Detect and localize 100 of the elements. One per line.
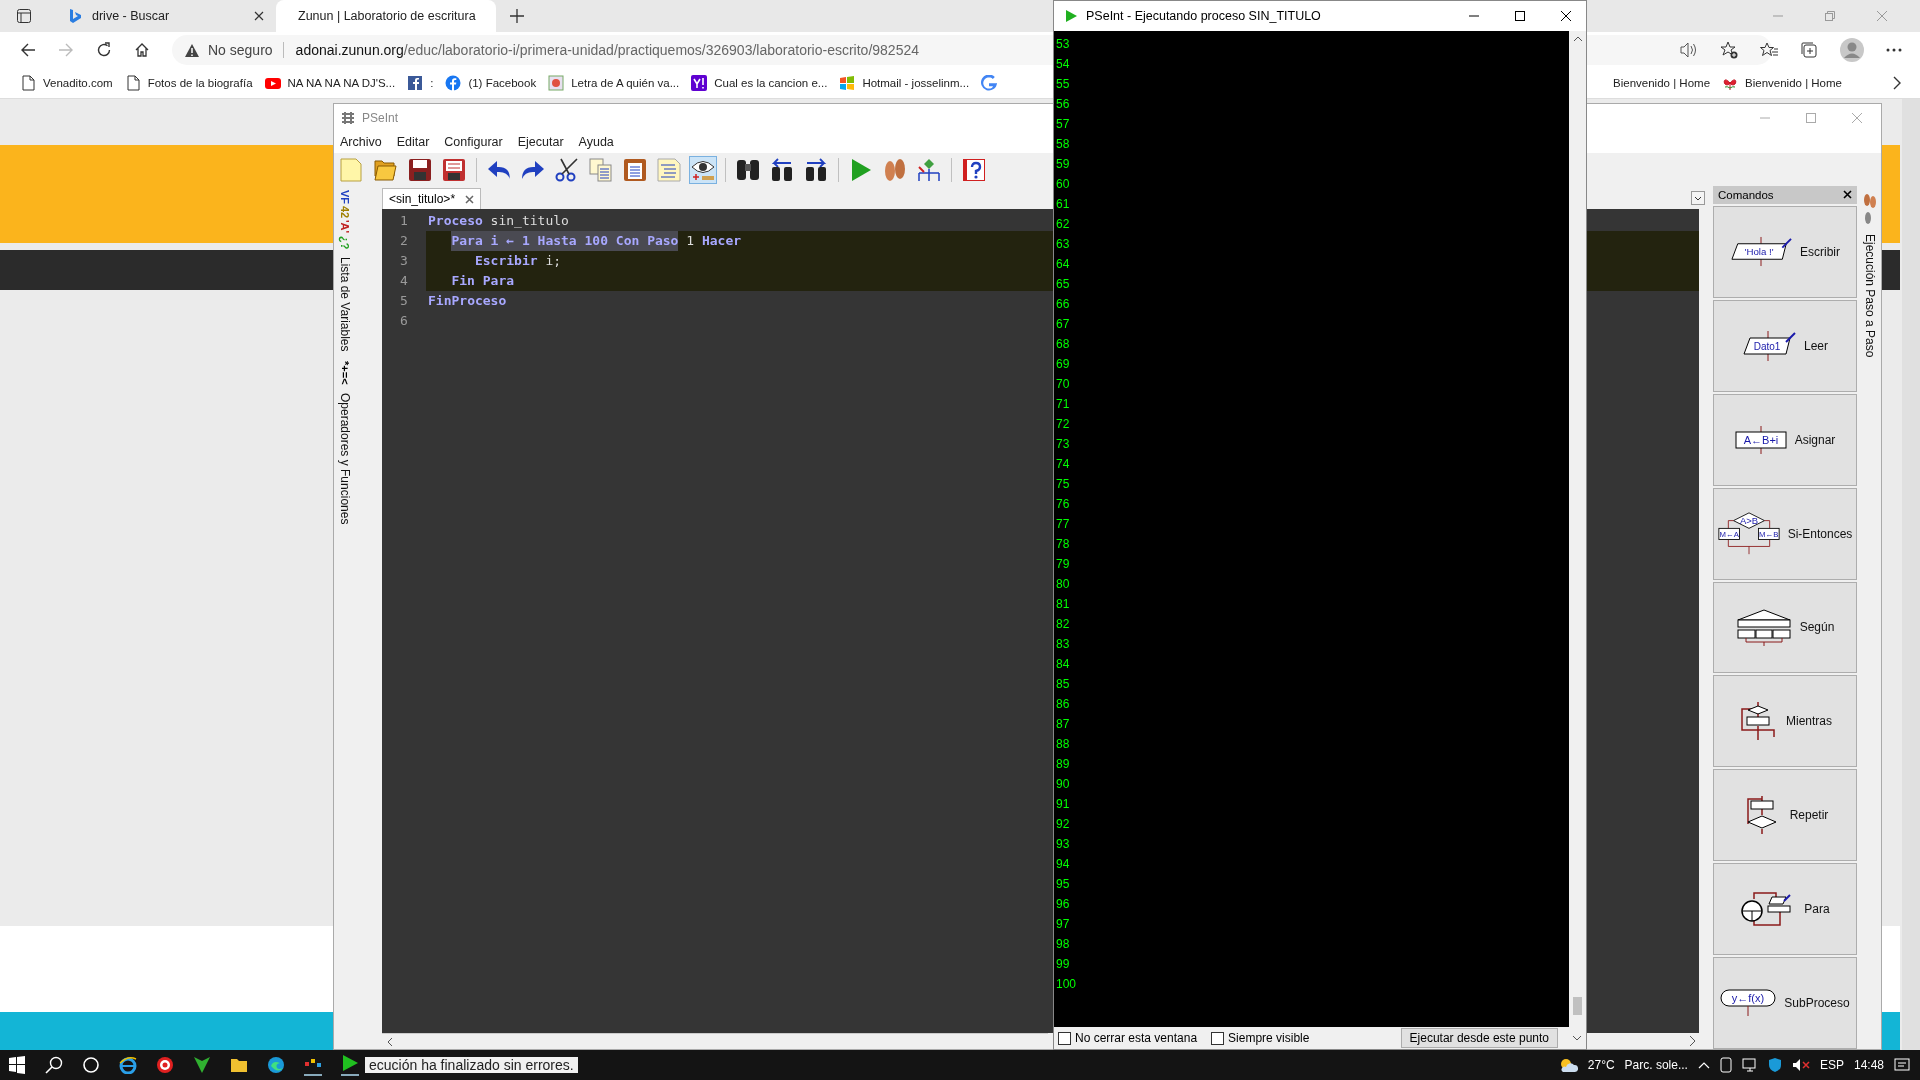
scroll-up-icon[interactable]: [1572, 35, 1583, 43]
more-icon[interactable]: [1886, 48, 1902, 52]
favorites-icon[interactable]: [1760, 42, 1778, 58]
reload-icon[interactable]: [96, 42, 112, 58]
phone-icon[interactable]: [1719, 1057, 1732, 1073]
scissors-icon: [555, 157, 579, 182]
side-tab[interactable]: VF 42 'A' ¿? Lista de Variables: [338, 190, 352, 352]
command-button[interactable]: Para: [1713, 863, 1857, 956]
bookmark[interactable]: NA NA NA NA DJ'S...: [258, 75, 402, 91]
output-line: 62: [1056, 216, 1071, 233]
new-tab-icon[interactable]: [510, 9, 524, 23]
folder-icon[interactable]: [230, 1056, 248, 1074]
leaf-logo-icon[interactable]: [193, 1056, 211, 1074]
output-line: 64: [1056, 256, 1071, 273]
file-tab[interactable]: <sin_titulo>*: [382, 188, 482, 209]
command-button[interactable]: Mientras: [1713, 675, 1857, 768]
start-icon[interactable]: [8, 1056, 26, 1074]
play-icon: [849, 157, 873, 182]
circle-icon[interactable]: [82, 1056, 100, 1074]
output-line: 60: [1056, 176, 1071, 193]
type-symbol: *+=<: [339, 361, 351, 385]
bookmark[interactable]: :: [401, 75, 440, 91]
output-line: 92: [1056, 816, 1071, 833]
shield-icon[interactable]: [1767, 1057, 1782, 1073]
code-token: FinProceso: [428, 292, 507, 310]
flowchart-icon: [917, 157, 941, 182]
command-button[interactable]: Según: [1713, 581, 1857, 674]
output-line: 77: [1056, 516, 1071, 533]
command-button[interactable]: A>B M←A M←B Si-Entonces: [1713, 487, 1857, 580]
close-icon[interactable]: [254, 11, 264, 21]
run-from-here-button[interactable]: Ejecutar desde este punto: [1400, 1028, 1558, 1048]
menu-item[interactable]: Archivo: [340, 135, 382, 149]
search-icon[interactable]: [45, 1056, 63, 1074]
bookmark[interactable]: Bienvenido | Home: [1716, 75, 1848, 91]
type-symbol: 42: [339, 206, 351, 219]
type-symbol: 'A': [339, 220, 351, 234]
bookmark[interactable]: Fotos de la biografía: [118, 75, 259, 91]
toolbar-button[interactable]: [553, 155, 581, 184]
output-line: 100: [1056, 976, 1078, 993]
language-indicator[interactable]: ESP: [1819, 1058, 1844, 1072]
line-number: 3: [399, 252, 409, 270]
close-icon[interactable]: [1560, 10, 1572, 22]
status-message: ecución ha finalizado sin errores.: [365, 1057, 578, 1073]
toolbar-button[interactable]: [689, 155, 717, 184]
command-button[interactable]: Repetir: [1713, 769, 1857, 862]
scrollbar[interactable]: [1902, 98, 1920, 1050]
output-line: 95: [1056, 876, 1071, 893]
command-button[interactable]: A←B+i Asignar: [1713, 393, 1857, 486]
dropdown-icon[interactable]: [1691, 191, 1705, 205]
network-icon[interactable]: [1741, 1058, 1758, 1072]
new-file-icon: [340, 157, 364, 182]
tab-actions-icon[interactable]: [16, 8, 32, 24]
scrollbar-thumb[interactable]: [1573, 997, 1582, 1015]
browser-tab[interactable]: Zunun | Laboratorio de escritura: [276, 0, 496, 32]
maximize-icon[interactable]: [1514, 10, 1526, 22]
google-logo-icon[interactable]: [981, 75, 998, 91]
menu-item[interactable]: Editar: [396, 135, 430, 149]
profile-avatar-icon[interactable]: [1840, 38, 1864, 62]
command-button[interactable]: 'Hola !' Escribir: [1713, 206, 1857, 298]
notifications-icon[interactable]: [1894, 1057, 1910, 1073]
footprints-icon: [883, 157, 907, 182]
close-icon[interactable]: [1843, 190, 1852, 200]
back-icon[interactable]: [20, 42, 36, 58]
ie-logo-icon[interactable]: [119, 1056, 137, 1074]
read-aloud-icon[interactable]: [1680, 42, 1698, 58]
bookmark[interactable]: (1) Facebook: [439, 75, 543, 91]
menu-item[interactable]: Ayuda: [578, 135, 614, 149]
checkbox[interactable]: [1058, 1031, 1071, 1045]
command-button[interactable]: Dato1 Leer: [1713, 299, 1857, 392]
chevron-up-icon[interactable]: [1697, 1061, 1710, 1069]
output-line: 73: [1056, 436, 1071, 453]
output-line: 78: [1056, 536, 1071, 553]
line-number: 1: [399, 212, 409, 230]
clock[interactable]: 14:48: [1853, 1058, 1884, 1072]
add-favorite-icon[interactable]: [1720, 41, 1738, 59]
tab-title: drive - Buscar: [92, 9, 171, 23]
bookmark[interactable]: Venadito.com: [14, 75, 119, 91]
menu-item[interactable]: Configurar: [444, 135, 503, 149]
collections-icon[interactable]: [1800, 41, 1818, 59]
speaker-muted-icon[interactable]: [1791, 1058, 1810, 1072]
weather-label: Parc. sole...: [1624, 1058, 1688, 1072]
menu-item[interactable]: Ejecutar: [517, 135, 564, 149]
bookmark[interactable]: Letra de A quién va...: [542, 75, 686, 91]
output-line: 71: [1056, 396, 1071, 413]
output-line: 63: [1056, 236, 1071, 253]
edge-logo-icon[interactable]: [267, 1056, 285, 1074]
side-tab[interactable]: Ejecución Paso a Paso: [1862, 192, 1878, 1049]
output-line: 93: [1056, 836, 1071, 853]
bookmark[interactable]: Cual es la cancion e...: [685, 75, 834, 91]
bookmark[interactable]: Hotmail - josselinm...: [833, 75, 976, 91]
side-tab[interactable]: *+=< Operadores y Funciones: [338, 361, 352, 525]
home-icon[interactable]: [134, 42, 150, 58]
bookmark[interactable]: Bienvenido | Home: [1607, 77, 1717, 89]
browser-tab[interactable]: drive - Buscar: [56, 0, 276, 32]
scroll-down-icon[interactable]: [1572, 1034, 1582, 1042]
command-button[interactable]: y←f(x) SubProceso: [1713, 957, 1857, 1049]
target-icon[interactable]: [156, 1056, 174, 1074]
checkbox[interactable]: [1211, 1031, 1225, 1045]
chevron-right-icon[interactable]: [1892, 76, 1902, 90]
play-icon[interactable]: [341, 1054, 359, 1076]
